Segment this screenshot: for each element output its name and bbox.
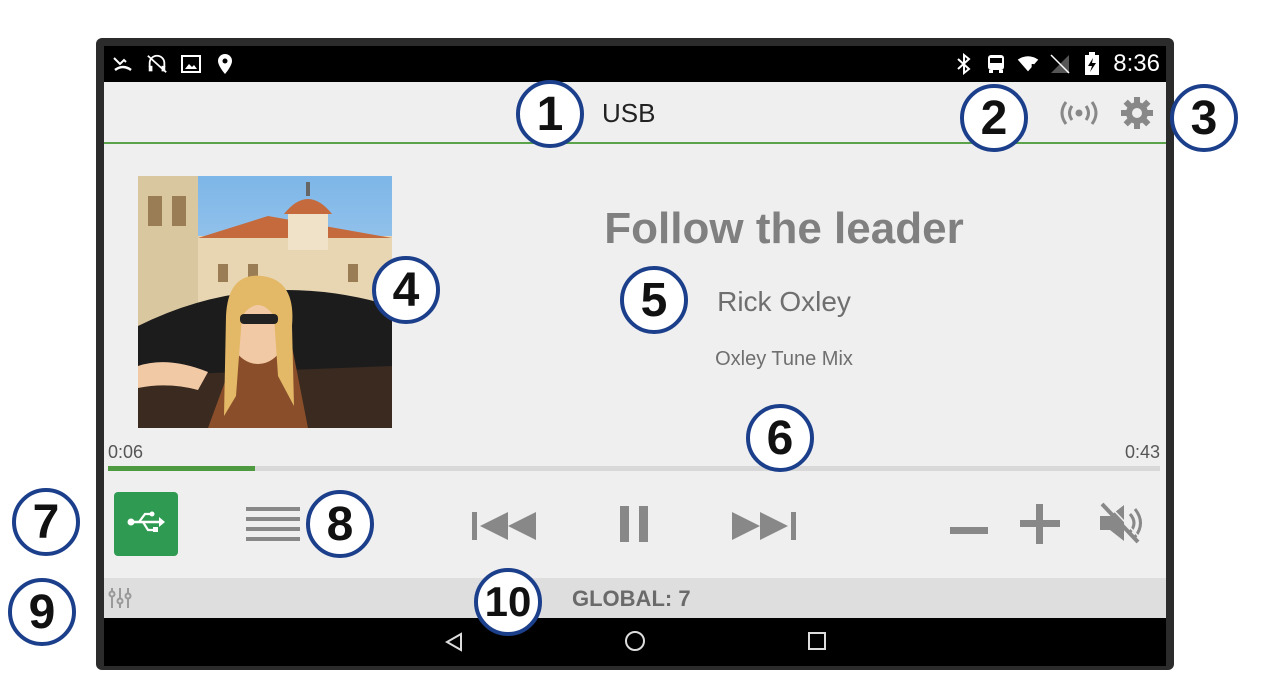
album-art: [138, 176, 392, 428]
mute-icon[interactable]: [1098, 500, 1146, 544]
skip-next-icon[interactable]: [730, 510, 796, 542]
nav-home-icon[interactable]: [624, 630, 646, 652]
wifi-alert-icon: [1017, 52, 1039, 76]
album-name: Oxley Tune Mix: [715, 348, 853, 370]
nav-recent-icon[interactable]: [808, 632, 826, 650]
status-bar: 8:36: [104, 46, 1166, 82]
artist-name: Rick Oxley: [717, 286, 851, 317]
menu-icon[interactable]: [246, 506, 300, 544]
callout-1: 1: [516, 80, 584, 148]
skip-previous-icon[interactable]: [472, 510, 538, 542]
callout-6: 6: [746, 404, 814, 472]
pause-icon[interactable]: [616, 504, 652, 544]
no-headset-icon: [146, 52, 168, 76]
callout-2: 2: [960, 84, 1028, 152]
callout-7: 7: [12, 488, 80, 556]
bus-icon: [985, 52, 1007, 76]
song-title: Follow the leader: [604, 204, 964, 253]
callout-3: 3: [1170, 84, 1238, 152]
elapsed-time: 0:06: [108, 442, 144, 462]
broadcast-icon[interactable]: [1052, 98, 1106, 128]
progress-bar[interactable]: [108, 466, 1160, 471]
zone-bar[interactable]: GLOBAL: 7: [104, 578, 1166, 618]
battery-charging-icon: [1081, 52, 1103, 76]
source-title: USB: [602, 98, 656, 128]
no-sim-icon: [1049, 52, 1071, 76]
status-time: 8:36: [1113, 50, 1160, 77]
manual-illustration: 8:36 USB Follow the leader Rick Oxley Ox…: [0, 0, 1265, 674]
total-time: 0:43: [1124, 442, 1160, 462]
callout-8: 8: [306, 490, 374, 558]
callout-5: 5: [620, 266, 688, 334]
callout-4: 4: [372, 256, 440, 324]
image-icon: [180, 52, 202, 76]
missed-call-icon: [112, 52, 134, 76]
zone-label: GLOBAL: 7: [572, 586, 691, 611]
gear-icon[interactable]: [1120, 96, 1154, 130]
callout-9: 9: [8, 578, 76, 646]
plus-icon[interactable]: [1020, 504, 1060, 544]
progress-fill: [108, 466, 256, 471]
bluetooth-icon: [953, 52, 975, 76]
system-nav-bar: [104, 618, 1166, 666]
source-button[interactable]: [114, 492, 178, 556]
minus-icon[interactable]: [950, 522, 988, 534]
usb-icon: [127, 511, 165, 538]
nav-back-icon[interactable]: [444, 632, 464, 652]
equalizer-icon[interactable]: [108, 586, 132, 610]
callout-10: 10: [474, 568, 542, 636]
location-pin-icon: [214, 52, 236, 76]
